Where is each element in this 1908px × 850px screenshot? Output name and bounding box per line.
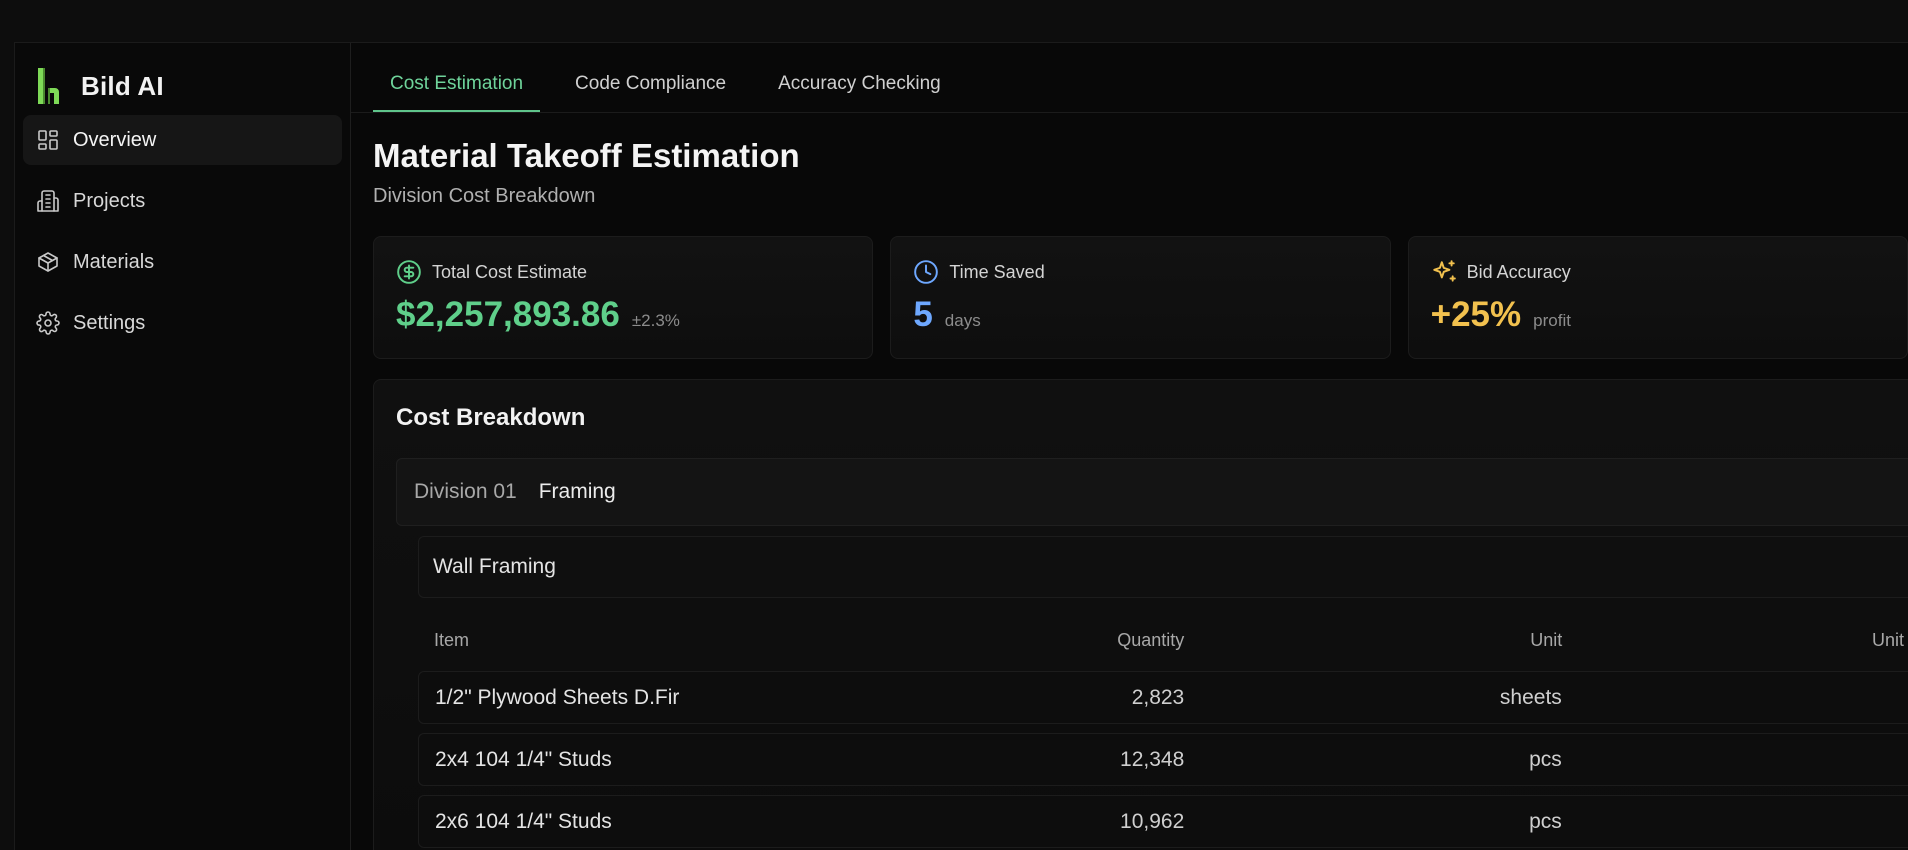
stat-card-time-saved: Time Saved 5 days xyxy=(890,236,1391,359)
sidebar-item-materials[interactable]: Materials xyxy=(23,237,342,287)
building-icon xyxy=(35,188,61,214)
stat-value: $2,257,893.86 xyxy=(396,295,620,334)
cell-unit-price: $ xyxy=(1562,686,1908,710)
bild-logo-icon xyxy=(37,66,63,106)
stat-label: Time Saved xyxy=(949,261,1045,282)
cell-item: 1/2" Plywood Sheets D.Fir xyxy=(435,685,680,709)
cell-item: 2x6 104 1/4" Studs xyxy=(435,809,612,833)
main-content: Cost Estimation Code Compliance Accuracy… xyxy=(351,43,1908,850)
sidebar-item-projects[interactable]: Projects xyxy=(23,176,342,226)
dashboard-icon xyxy=(35,127,61,153)
cell-unit: sheets xyxy=(1499,685,1562,709)
tab-code-compliance[interactable]: Code Compliance xyxy=(558,56,743,112)
sidebar-item-label: Projects xyxy=(73,189,146,212)
cell-item: 2x4 104 1/4" Studs xyxy=(435,747,612,771)
stat-cards: Total Cost Estimate $2,257,893.86 ±2.3% … xyxy=(351,208,1908,359)
stat-value: 5 xyxy=(913,295,933,334)
division-header[interactable]: Division 01 Framing xyxy=(396,458,1908,526)
page-header: Material Takeoff Estimation Division Cos… xyxy=(351,113,1908,208)
tab-bar: Cost Estimation Code Compliance Accuracy… xyxy=(351,43,1908,113)
column-header-unit: Unit xyxy=(1530,629,1563,650)
cell-quantity: 12,348 xyxy=(1120,747,1185,771)
page-subtitle: Division Cost Breakdown xyxy=(373,185,596,207)
sidebar-item-label: Settings xyxy=(73,311,146,334)
sparkles-icon xyxy=(1431,259,1457,285)
sidebar: Bild AI Overview Projects Materials Sett… xyxy=(15,43,351,850)
cost-breakdown-title: Cost Breakdown xyxy=(396,404,586,431)
box-icon xyxy=(35,249,61,275)
tab-accuracy-checking[interactable]: Accuracy Checking xyxy=(761,56,958,112)
sidebar-item-label: Materials xyxy=(73,250,155,273)
cell-quantity: 10,962 xyxy=(1120,809,1185,833)
cell-unit: pcs xyxy=(1529,747,1562,771)
cell-unit: pcs xyxy=(1529,809,1562,833)
column-header-item: Item xyxy=(434,629,470,650)
table-header: Item Quantity Unit Unit Price xyxy=(418,618,1908,662)
table-row[interactable]: 2x6 104 1/4" Studs 10,962 pcs xyxy=(418,795,1908,848)
stat-suffix: days xyxy=(944,311,981,330)
sidebar-item-overview[interactable]: Overview xyxy=(23,115,342,165)
sidebar-item-settings[interactable]: Settings xyxy=(23,298,342,348)
stat-label: Total Cost Estimate xyxy=(432,261,588,282)
stat-card-total-cost: Total Cost Estimate $2,257,893.86 ±2.3% xyxy=(373,236,874,359)
cell-quantity: 2,823 xyxy=(1131,685,1185,709)
stat-suffix: ±2.3% xyxy=(631,311,680,330)
section-header[interactable]: Wall Framing xyxy=(418,536,1908,598)
table-row[interactable]: 2x4 104 1/4" Studs 12,348 pcs xyxy=(418,733,1908,786)
clock-icon xyxy=(913,259,939,285)
table-row[interactable]: 1/2" Plywood Sheets D.Fir 2,823 sheets $ xyxy=(418,671,1908,724)
brand[interactable]: Bild AI xyxy=(23,65,342,107)
stat-card-bid-accuracy: Bid Accuracy +25% profit xyxy=(1407,236,1908,359)
app-window: Bild AI Overview Projects Materials Sett… xyxy=(14,42,1908,850)
column-header-unit-price: Unit Price xyxy=(1871,629,1908,650)
division-code: Division 01 xyxy=(414,480,517,503)
tab-cost-estimation[interactable]: Cost Estimation xyxy=(373,56,541,112)
stat-value: +25% xyxy=(1430,295,1522,334)
page-title: Material Takeoff Estimation xyxy=(373,137,800,174)
division-name: Framing xyxy=(538,480,616,503)
brand-name: Bild AI xyxy=(81,70,164,101)
dollar-circle-icon xyxy=(396,259,422,285)
sidebar-item-label: Overview xyxy=(73,128,157,151)
stat-label: Bid Accuracy xyxy=(1466,261,1571,282)
stat-suffix: profit xyxy=(1533,311,1571,330)
gear-icon xyxy=(35,310,61,336)
cost-breakdown-panel: Cost Breakdown Division 01 Framing Wall … xyxy=(373,379,1908,850)
column-header-quantity: Quantity xyxy=(1117,629,1185,650)
